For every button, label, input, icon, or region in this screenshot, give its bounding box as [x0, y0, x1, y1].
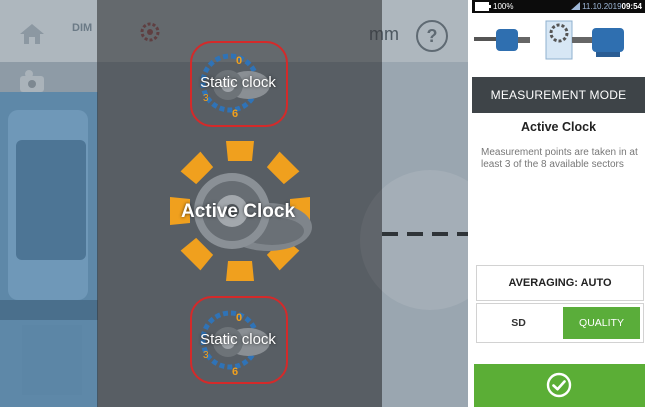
svg-text:3: 3: [203, 350, 209, 361]
help-button[interactable]: ?: [416, 20, 448, 52]
signal-icon: [570, 2, 580, 10]
quality-button[interactable]: QUALITY: [563, 307, 640, 339]
mode-description: Measurement points are taken in at least…: [481, 147, 638, 170]
battery-percentage: 100%: [493, 2, 514, 11]
main-view: DIM mm ? 0 6 3 Static clock Active Clock…: [0, 0, 468, 407]
side-panel: 100% 11.10.201909:54 MEASUREMENT MODE Ac…: [472, 0, 645, 407]
mode-option-static-clock-top[interactable]: 0 6 3 Static clock: [190, 41, 288, 127]
status-bar: 100% 11.10.201909:54: [472, 0, 645, 13]
mode-option-static-clock-bottom[interactable]: 0 6 3 Static clock: [190, 296, 288, 384]
sd-quality-toggle: SD QUALITY: [476, 303, 644, 343]
dimensions-tab-label[interactable]: DIM: [72, 22, 92, 34]
mode-option-label: Static clock: [200, 74, 276, 91]
panel-header: MEASUREMENT MODE: [472, 77, 645, 113]
svg-text:6: 6: [232, 108, 238, 120]
mode-option-active-clock[interactable]: Active Clock: [150, 132, 330, 290]
camera-icon[interactable]: [18, 68, 46, 99]
battery-icon: [475, 2, 491, 11]
confirm-button[interactable]: [474, 364, 645, 407]
machine-train-thumbnail: [474, 20, 624, 60]
status-datetime: 11.10.201909:54: [570, 2, 642, 11]
app-window: DIM mm ? 0 6 3 Static clock Active Clock…: [0, 0, 645, 407]
status-time: 09:54: [621, 2, 642, 11]
mode-option-label: Static clock: [200, 331, 276, 348]
sd-button[interactable]: SD: [477, 304, 560, 342]
mode-title: Active Clock: [520, 120, 597, 134]
mode-option-label: Active Clock: [180, 201, 296, 222]
svg-text:0: 0: [236, 55, 242, 67]
svg-text:0: 0: [236, 312, 242, 324]
status-date: 11.10.2019: [582, 2, 622, 11]
svg-text:6: 6: [232, 366, 238, 378]
averaging-button[interactable]: AVERAGING: AUTO: [476, 265, 644, 301]
home-icon[interactable]: [18, 22, 46, 51]
checkmark-circle-icon: [546, 372, 572, 398]
svg-text:3: 3: [203, 93, 209, 104]
